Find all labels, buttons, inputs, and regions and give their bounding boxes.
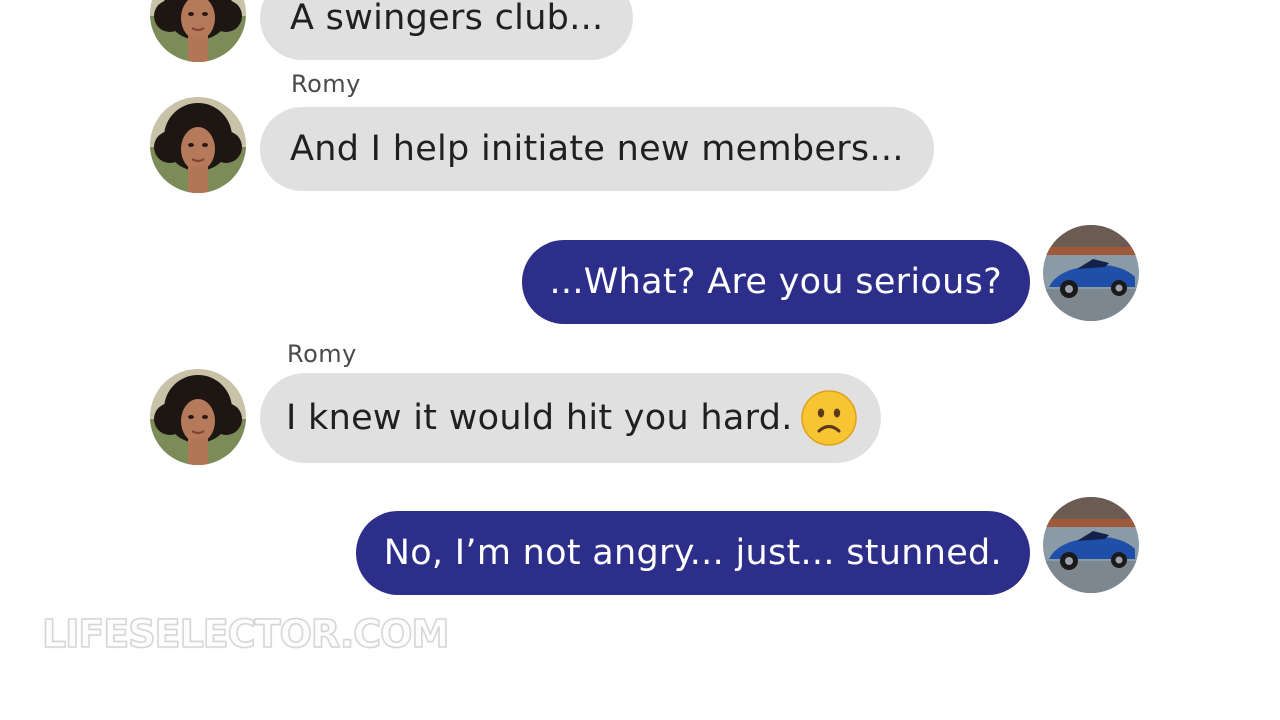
message-bubble-outgoing[interactable]: ...What? Are you serious? <box>521 240 1030 324</box>
slightly-frowning-face-icon <box>800 390 857 446</box>
romy-avatar[interactable] <box>150 97 246 193</box>
message-text: ...What? Are you serious? <box>549 262 1002 302</box>
message-bubble-incoming[interactable]: And I help initiate new members... <box>260 107 934 191</box>
sports-car-avatar-image <box>1043 497 1139 593</box>
message-text: No, I’m not angry... just... stunned. <box>383 533 1002 573</box>
sender-name: Romy <box>291 70 361 98</box>
message-text: A swingers club... <box>290 0 604 38</box>
sports-car-avatar-image <box>1043 225 1139 321</box>
message-text: I knew it would hit you hard. <box>286 398 793 438</box>
message-text: And I help initiate new members... <box>290 129 904 169</box>
sender-name: Romy <box>287 340 357 368</box>
romy-avatar[interactable] <box>150 369 246 465</box>
romy-avatar-image <box>150 97 246 193</box>
user-avatar[interactable] <box>1043 497 1139 593</box>
message-bubble-outgoing[interactable]: No, I’m not angry... just... stunned. <box>355 511 1030 595</box>
user-avatar[interactable] <box>1043 225 1139 321</box>
message-bubble-incoming[interactable]: I knew it would hit you hard. <box>260 373 881 463</box>
romy-avatar-image <box>150 0 246 62</box>
romy-avatar[interactable] <box>150 0 246 62</box>
chat-screen: A swingers club... Romy And I help initi… <box>0 0 1280 720</box>
romy-avatar-image <box>150 369 246 465</box>
message-bubble-incoming[interactable]: A swingers club... <box>260 0 634 60</box>
watermark-logo: LIFESELECTOR.COM <box>41 611 450 657</box>
